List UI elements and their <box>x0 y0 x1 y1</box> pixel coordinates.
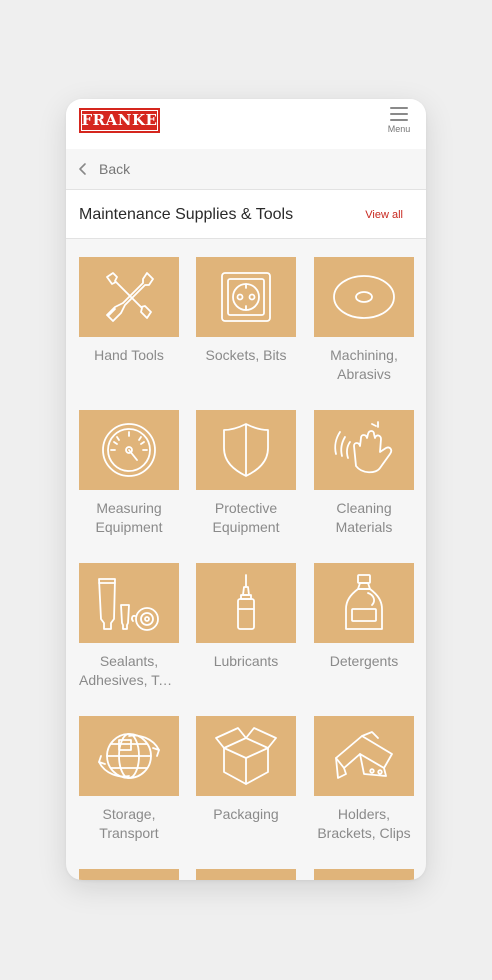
tile-image <box>314 716 414 796</box>
tile-label: Lubricants <box>213 653 279 669</box>
tile-label: Machining, Abrasivs <box>330 347 398 382</box>
category-tile-sockets-bits[interactable]: Sockets, Bits <box>196 257 296 397</box>
bracket-icon <box>335 731 393 779</box>
tile-image <box>196 716 296 796</box>
back-label: Back <box>99 161 131 177</box>
tile-image <box>79 869 179 880</box>
tile-image <box>79 410 179 490</box>
back-button[interactable]: Back <box>77 157 130 181</box>
category-tile-measuring-equipment[interactable]: Measuring Equipment <box>79 410 179 550</box>
box-icon <box>215 727 277 785</box>
tile-image <box>314 410 414 490</box>
chevron-left-icon <box>79 163 86 175</box>
tile-image <box>196 257 296 337</box>
oil-bottle-icon <box>237 574 255 630</box>
category-tile-lubricants[interactable]: Lubricants <box>196 563 296 703</box>
tile-label: Cleaning Materials <box>335 500 393 535</box>
category-tile-protective-equipment[interactable]: Protective Equipment <box>196 410 296 550</box>
tile-label: Measuring Equipment <box>95 500 163 535</box>
tile-label: Packaging <box>213 806 279 822</box>
category-grid: Hand Tools Sockets, Bits Machining, Abra… <box>66 239 426 880</box>
hamburger-icon <box>390 107 408 125</box>
category-tile-machining-abrasivs[interactable]: Machining, Abrasivs <box>314 257 414 397</box>
menu-button[interactable]: Menu <box>384 106 414 138</box>
tile-image <box>196 563 296 643</box>
tile-image <box>314 563 414 643</box>
phone-screen: FRANKE Menu Back Maintenance Supplies & … <box>66 99 426 880</box>
tile-image <box>196 410 296 490</box>
menu-label: Menu <box>387 124 411 134</box>
logo-frame: FRANKE <box>81 110 158 131</box>
detergent-jug-icon <box>345 574 383 630</box>
category-tile-holders-brackets[interactable]: Holders, Brackets, Clips <box>314 716 414 856</box>
abrasive-disc-icon <box>333 275 395 319</box>
view-all-link[interactable]: View all <box>365 209 403 221</box>
tile-label: Sealants, Adhesives, Ta… <box>79 653 179 688</box>
wrench-screwdriver-icon <box>106 272 154 322</box>
logo-text: FRANKE <box>81 111 158 129</box>
tile-label: Storage, Transport <box>99 806 159 841</box>
shield-icon <box>223 423 269 477</box>
category-tile-cleaning-materials[interactable]: Cleaning Materials <box>314 410 414 550</box>
category-tile-storage-transport[interactable]: Storage, Transport <box>79 716 179 856</box>
tubes-tape-icon <box>98 578 159 631</box>
tile-label: Detergents <box>329 653 399 669</box>
tile-image <box>314 869 414 880</box>
tile-image <box>79 563 179 643</box>
socket-icon <box>221 272 271 322</box>
franke-logo[interactable]: FRANKE <box>79 108 160 133</box>
tile-label: Sockets, Bits <box>205 347 287 363</box>
tile-image <box>79 716 179 796</box>
category-tile-partial[interactable] <box>196 869 296 880</box>
category-tile-sealants-adhesives[interactable]: Sealants, Adhesives, Ta… <box>79 563 179 703</box>
back-bar: Back <box>66 149 426 190</box>
category-tile-partial[interactable] <box>314 869 414 880</box>
section-header: Maintenance Supplies & Tools View all <box>66 190 426 239</box>
category-tile-detergents[interactable]: Detergents <box>314 563 414 703</box>
tile-image <box>314 257 414 337</box>
tile-label: Hand Tools <box>94 347 164 363</box>
category-tile-packaging[interactable]: Packaging <box>196 716 296 856</box>
gauge-icon <box>102 423 156 477</box>
globe-transport-icon <box>98 733 160 779</box>
category-tile-partial[interactable] <box>79 869 179 880</box>
tile-image <box>79 257 179 337</box>
tile-image <box>196 869 296 880</box>
cleaning-glove-icon <box>334 421 393 474</box>
tile-label: Protective Equipment <box>212 500 280 535</box>
category-tile-hand-tools[interactable]: Hand Tools <box>79 257 179 397</box>
page-title: Maintenance Supplies & Tools <box>79 206 294 223</box>
tile-label: Holders, Brackets, Clips <box>317 806 411 841</box>
app-header: FRANKE Menu <box>66 99 426 149</box>
